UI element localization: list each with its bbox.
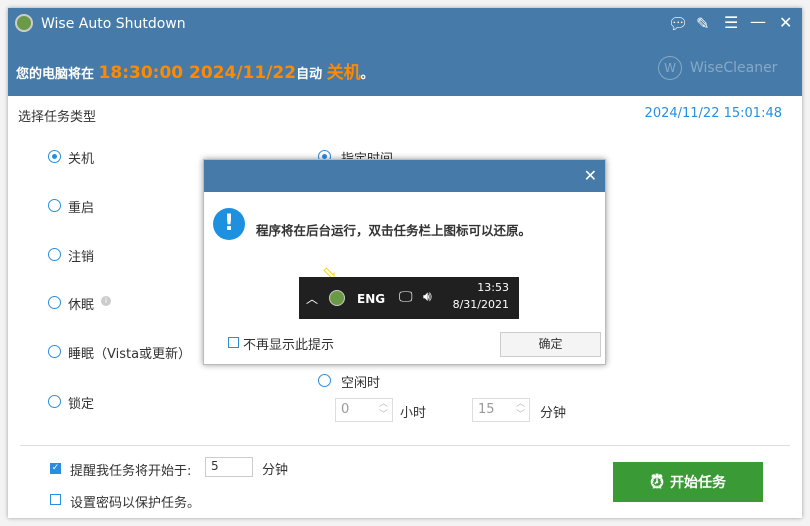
minutes-unit: 分钟	[540, 406, 567, 421]
taskbar-time: 13:53	[477, 281, 509, 294]
task-label: 关机	[68, 152, 95, 167]
feedback-icon[interactable]: 💬︎	[668, 14, 688, 33]
divider	[20, 445, 790, 446]
taskbar-date: 8/31/2021	[452, 298, 509, 311]
banner-suffix: 。	[360, 67, 374, 82]
taskbar-lang: ENG	[357, 292, 386, 306]
taskbar-illustration: ︿ ENG 🖵︎ 🔊︎ 13:53 8/31/2021	[299, 277, 519, 319]
idle-minutes-input[interactable]: 15 ︿ ﹀	[472, 398, 530, 422]
dialog-close-button[interactable]: ✕	[584, 166, 597, 185]
radio-icon[interactable]	[318, 374, 331, 387]
task-label: 睡眠（Vista或更新）	[68, 347, 192, 362]
password-checkbox[interactable]	[50, 494, 61, 505]
wisecleaner-watermark: WiseCleaner	[690, 60, 778, 76]
radio-icon[interactable]	[48, 199, 61, 212]
header: Wise Auto Shutdown 💬︎ ✎ ☰ — ✕ 您的电脑将在 18:…	[8, 8, 802, 96]
edit-icon[interactable]: ✎	[696, 14, 709, 33]
task-label: 重启	[68, 201, 95, 216]
network-icon: 🖵︎	[399, 289, 413, 305]
minutes-value: 15	[478, 402, 495, 417]
schedule-banner: 您的电脑将在 18:30:00 2024/11/22自动 关机。	[16, 58, 374, 83]
idle-hours-input[interactable]: 0 ︿ ﹀	[335, 398, 393, 422]
dialog-message: 程序将在后台运行，双击任务栏上图标可以还原。	[256, 223, 532, 238]
dont-show-checkbox[interactable]	[228, 337, 239, 348]
radio-icon[interactable]	[48, 296, 61, 309]
hours-value: 0	[341, 402, 350, 417]
current-time: 2024/11/22 15:01:48	[644, 106, 782, 121]
start-task-button[interactable]: ⏰︎ 开始任务	[613, 462, 763, 502]
remind-label: 提醒我任务将开始于:	[70, 464, 192, 479]
radio-icon[interactable]	[48, 345, 61, 358]
info-icon: !	[213, 208, 245, 240]
task-label: 注销	[68, 250, 95, 265]
radio-icon[interactable]	[48, 150, 61, 163]
wisecleaner-logo-icon: W	[658, 56, 682, 80]
banner-middle: 自动	[296, 67, 323, 82]
banner-time: 18:30:00 2024/11/22	[98, 63, 297, 83]
banner-prefix: 您的电脑将在	[16, 67, 95, 82]
app-logo-icon	[15, 14, 33, 32]
radio-icon[interactable]	[48, 248, 61, 261]
chevron-up-icon: ︿	[306, 292, 319, 306]
info-icon[interactable]: i	[101, 296, 111, 306]
dialog-titlebar: ✕	[204, 160, 605, 192]
info-dialog: ✕ ! 程序将在后台运行，双击任务栏上图标可以还原。 ⬂ ︿ ENG 🖵︎ 🔊︎…	[203, 159, 606, 365]
ok-button[interactable]: 确定	[500, 332, 601, 357]
task-label: 锁定	[68, 397, 95, 412]
app-tray-icon	[329, 290, 345, 306]
close-button[interactable]: ✕	[779, 13, 792, 32]
timing-label: 空闲时	[341, 376, 381, 391]
menu-icon[interactable]: ☰	[724, 13, 738, 32]
volume-icon: 🔊︎	[423, 289, 432, 305]
radio-icon[interactable]	[48, 395, 61, 408]
remind-unit: 分钟	[262, 463, 289, 478]
task-label: 休眠	[68, 298, 95, 313]
remind-checkbox[interactable]: ✓	[50, 463, 61, 474]
remind-minutes-input[interactable]: 5	[205, 457, 253, 477]
alarm-clock-icon: ⏰︎	[649, 471, 665, 493]
window-title: Wise Auto Shutdown	[41, 16, 186, 32]
hours-unit: 小时	[400, 406, 427, 421]
spin-arrows-icon[interactable]: ︿ ﹀	[379, 399, 388, 421]
spin-arrows-icon[interactable]: ︿ ﹀	[516, 399, 525, 421]
section-title: 选择任务类型	[18, 110, 97, 125]
dont-show-label: 不再显示此提示	[243, 338, 335, 353]
banner-action: 关机	[326, 63, 361, 83]
password-label: 设置密码以保护任务。	[70, 496, 201, 511]
start-task-label: 开始任务	[670, 475, 727, 491]
minimize-button[interactable]: —	[750, 12, 766, 31]
